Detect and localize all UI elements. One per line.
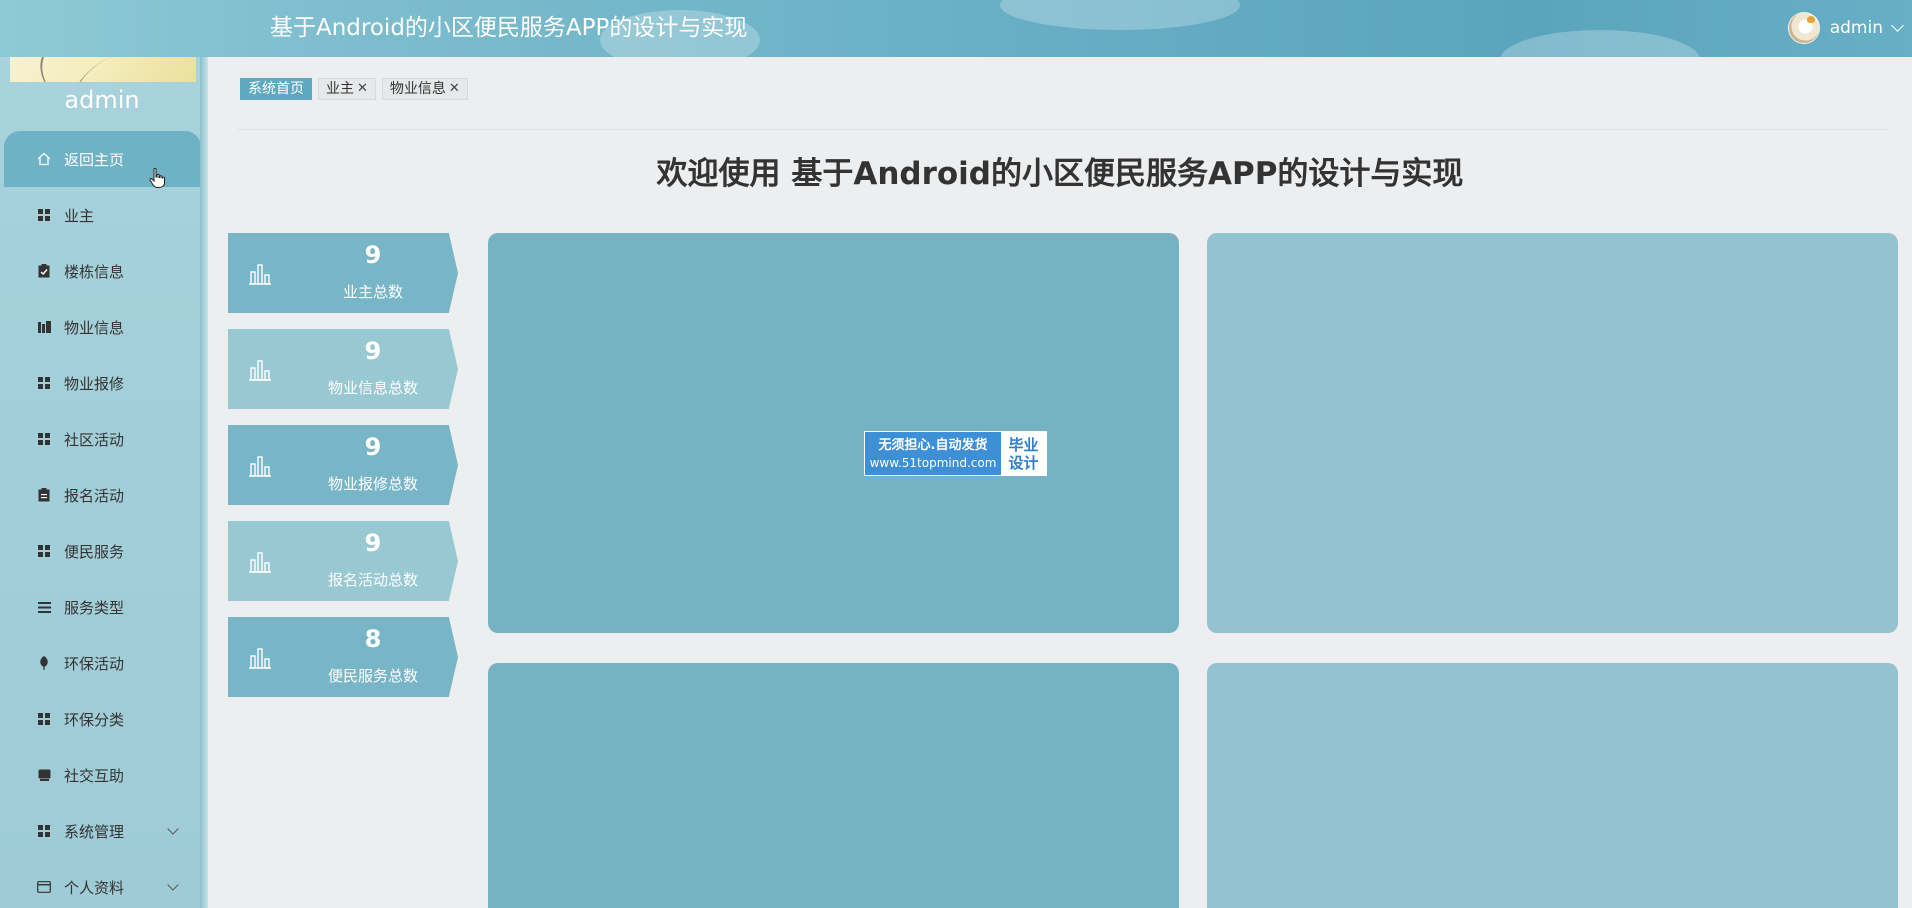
tab-property-info[interactable]: 物业信息 ✕ xyxy=(381,78,468,100)
tab-owners[interactable]: 业主 ✕ xyxy=(318,78,376,100)
stat-value: 9 xyxy=(364,337,382,365)
page-tabs: 系统首页 业主 ✕ 物业信息 ✕ xyxy=(240,78,468,100)
close-icon[interactable]: ✕ xyxy=(449,78,460,100)
grid-icon xyxy=(37,432,51,446)
tab-label: 物业信息 xyxy=(389,81,446,97)
clipboard-icon xyxy=(37,488,51,502)
sidebar-item-social-help[interactable]: 社交互助 xyxy=(4,747,201,803)
tab-home[interactable]: 系统首页 xyxy=(240,78,312,100)
list-icon xyxy=(37,600,51,614)
clipboard-check-icon xyxy=(37,264,51,278)
welcome-title: 欢迎使用 基于Android的小区便民服务APP的设计与实现 xyxy=(656,156,1464,192)
stat-value: 9 xyxy=(364,529,382,557)
sidebar-username: admin xyxy=(64,86,140,114)
sidebar-item-label: 物业报修 xyxy=(64,374,125,393)
grid-icon xyxy=(37,208,51,222)
sidebar-item-label: 社区活动 xyxy=(64,430,125,449)
building-icon xyxy=(37,320,51,334)
sidebar-item-services[interactable]: 便民服务 xyxy=(4,523,201,579)
sidebar-item-property-info[interactable]: 物业信息 xyxy=(4,299,201,355)
stat-value: 9 xyxy=(364,433,382,461)
chevron-down-icon xyxy=(167,823,179,835)
user-menu[interactable]: admin xyxy=(1787,10,1904,46)
stat-label: 便民服务总数 xyxy=(327,667,418,685)
sidebar-item-service-types[interactable]: 服务类型 xyxy=(4,579,201,635)
sidebar-item-community-events[interactable]: 社区活动 xyxy=(4,411,201,467)
stat-value: 9 xyxy=(364,241,382,269)
chevron-down-icon xyxy=(167,879,179,891)
stat-card-event-signup[interactable]: 9 报名活动总数 xyxy=(228,521,458,601)
leaf-icon xyxy=(37,656,51,670)
home-icon xyxy=(37,152,51,166)
chart-panel xyxy=(488,663,1179,908)
chart-panel xyxy=(1207,663,1898,908)
tabs-divider xyxy=(238,129,1888,130)
hand-cursor-icon xyxy=(149,168,165,188)
sidebar-item-label: 返回主页 xyxy=(64,150,125,169)
sidebar-item-label: 便民服务 xyxy=(64,542,125,561)
header-username: admin xyxy=(1829,18,1883,38)
stat-card-property-info[interactable]: 9 物业信息总数 xyxy=(228,329,458,409)
sidebar-item-label: 系统管理 xyxy=(64,822,125,841)
top-header: 基于Android的小区便民服务APP的设计与实现 admin xyxy=(0,0,1912,57)
stat-value: 8 xyxy=(364,625,382,653)
sidebar-item-label: 楼栋信息 xyxy=(64,262,125,281)
sidebar-item-system-admin[interactable]: 系统管理 xyxy=(4,803,201,859)
grid-icon xyxy=(37,544,51,558)
grid-icon xyxy=(37,376,51,390)
stat-label: 物业信息总数 xyxy=(327,379,418,397)
sidebar-item-eco-events[interactable]: 环保活动 xyxy=(4,635,201,691)
sidebar-item-repairs[interactable]: 物业报修 xyxy=(4,355,201,411)
stat-label: 物业报修总数 xyxy=(327,475,418,493)
watermark-line1: 无须担心.自动发货 xyxy=(878,437,988,453)
sidebar-item-label: 个人资料 xyxy=(64,878,125,897)
watermark-right1: 毕业 xyxy=(1008,435,1039,454)
sidebar-menu: 返回主页 业主 楼栋信息 物业信息 物业报修 社区活动 报名活动 便民服务 服务… xyxy=(4,131,201,908)
sidebar-item-label: 环保分类 xyxy=(64,710,125,729)
stat-card-owners[interactable]: 9 业主总数 xyxy=(228,233,458,313)
sidebar-item-label: 环保活动 xyxy=(64,654,125,673)
stat-card-repairs[interactable]: 9 物业报修总数 xyxy=(228,425,458,505)
sidebar-item-label: 报名活动 xyxy=(64,486,125,505)
sidebar-item-label: 物业信息 xyxy=(64,318,125,337)
stat-card-services[interactable]: 8 便民服务总数 xyxy=(228,617,458,697)
sidebar-item-owners[interactable]: 业主 xyxy=(4,187,201,243)
grid-icon xyxy=(37,824,51,838)
sidebar-item-eco-categories[interactable]: 环保分类 xyxy=(4,691,201,747)
card-icon xyxy=(37,880,51,894)
sidebar-item-label: 业主 xyxy=(64,206,95,225)
sidebar-item-profile[interactable]: 个人资料 xyxy=(4,859,201,908)
sidebar-item-label: 社交互助 xyxy=(64,766,125,785)
grid-icon xyxy=(37,712,51,726)
avatar xyxy=(1787,12,1820,44)
sidebar: « 收起 admin 返回主页 业主 楼栋信息 物业信息 xyxy=(0,0,208,908)
watermark-line2: www.51topmind.com xyxy=(869,455,997,470)
sidebar-item-event-signup[interactable]: 报名活动 xyxy=(4,467,201,523)
app-title: 基于Android的小区便民服务APP的设计与实现 xyxy=(270,15,748,41)
sidebar-item-buildings[interactable]: 楼栋信息 xyxy=(4,243,201,299)
close-icon[interactable]: ✕ xyxy=(357,78,368,100)
chevron-down-icon xyxy=(1891,19,1904,32)
tab-label: 业主 xyxy=(326,81,354,97)
stat-label: 报名活动总数 xyxy=(327,571,418,589)
sidebar-divider xyxy=(200,0,208,908)
watermark-badge: 无须担心.自动发货 www.51topmind.com 毕业 设计 xyxy=(864,431,1047,476)
stat-label: 业主总数 xyxy=(342,283,403,301)
chat-icon xyxy=(37,768,51,782)
sidebar-item-home[interactable]: 返回主页 xyxy=(4,131,201,187)
sidebar-item-label: 服务类型 xyxy=(64,598,125,617)
watermark-right2: 设计 xyxy=(1008,453,1039,472)
chart-panel xyxy=(1207,233,1898,633)
chart-panel xyxy=(488,233,1179,633)
tab-label: 系统首页 xyxy=(248,81,304,97)
